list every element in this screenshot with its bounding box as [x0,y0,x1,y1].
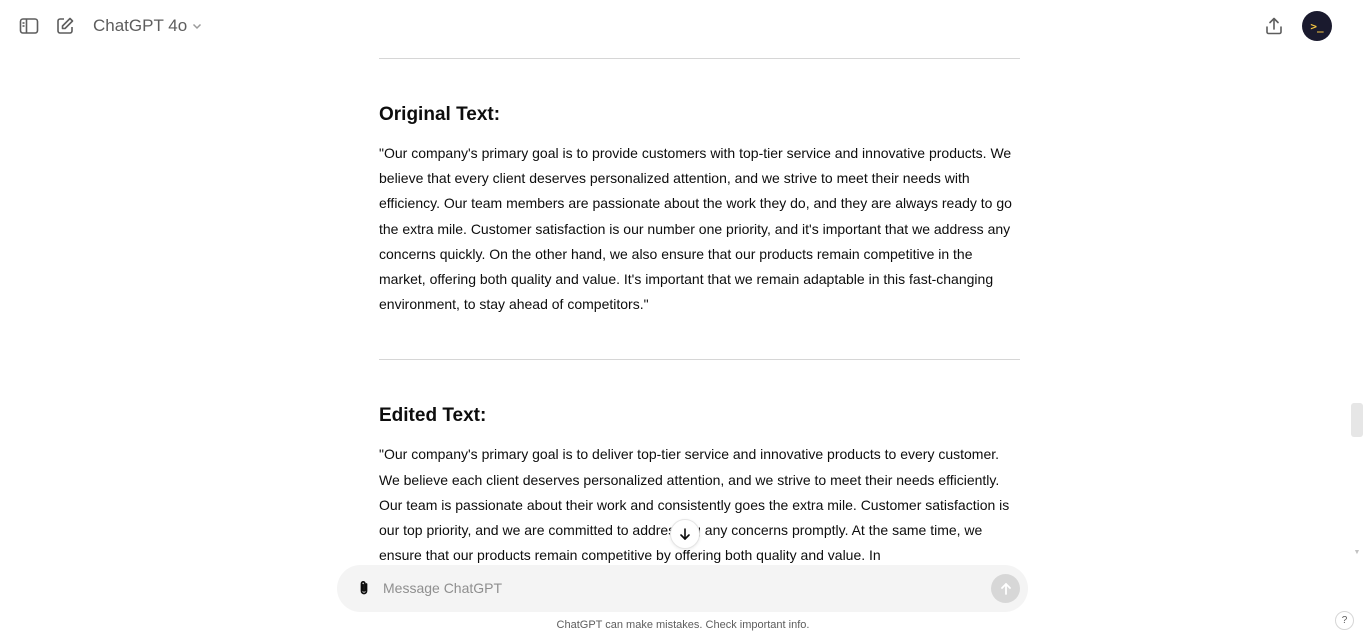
paperclip-icon[interactable] [353,577,375,599]
scroll-to-bottom-button[interactable] [670,519,700,549]
model-name: ChatGPT 4o [93,16,188,35]
original-text-body: "Our company's primary goal is to provid… [379,145,1012,313]
top-header: ChatGPT 4o >_ [0,0,1366,52]
model-selector[interactable]: ChatGPT 4o [93,14,203,38]
share-icon[interactable] [1262,14,1286,38]
chatgpt-app: ChatGPT 4o >_ Original Text: "Our compan… [0,0,1366,641]
chevron-down-icon [191,20,203,32]
edited-text-heading: Edited Text: [379,405,487,427]
help-button[interactable]: ? [1335,611,1354,630]
scrollbar-down-arrow-icon[interactable]: ▼ [1352,549,1362,559]
scrollbar-thumb[interactable] [1351,403,1363,437]
help-label: ? [1341,615,1348,626]
new-chat-icon[interactable] [53,14,77,38]
arrow-up-icon [999,582,1013,596]
conversation-thread: Original Text: "Our company's primary go… [379,52,1020,568]
arrow-down-icon [678,527,692,541]
avatar-label: >_ [1310,19,1324,33]
disclaimer-text: ChatGPT can make mistakes. Check importa… [556,619,810,631]
send-button[interactable] [991,574,1020,603]
message-composer [337,565,1028,612]
avatar[interactable]: >_ [1302,11,1332,41]
original-text-heading: Original Text: [379,104,501,125]
sidebar-toggle-icon[interactable] [17,14,41,38]
edited-text-body: "Our company's primary goal is to delive… [379,446,1010,564]
message-input[interactable] [383,577,973,599]
